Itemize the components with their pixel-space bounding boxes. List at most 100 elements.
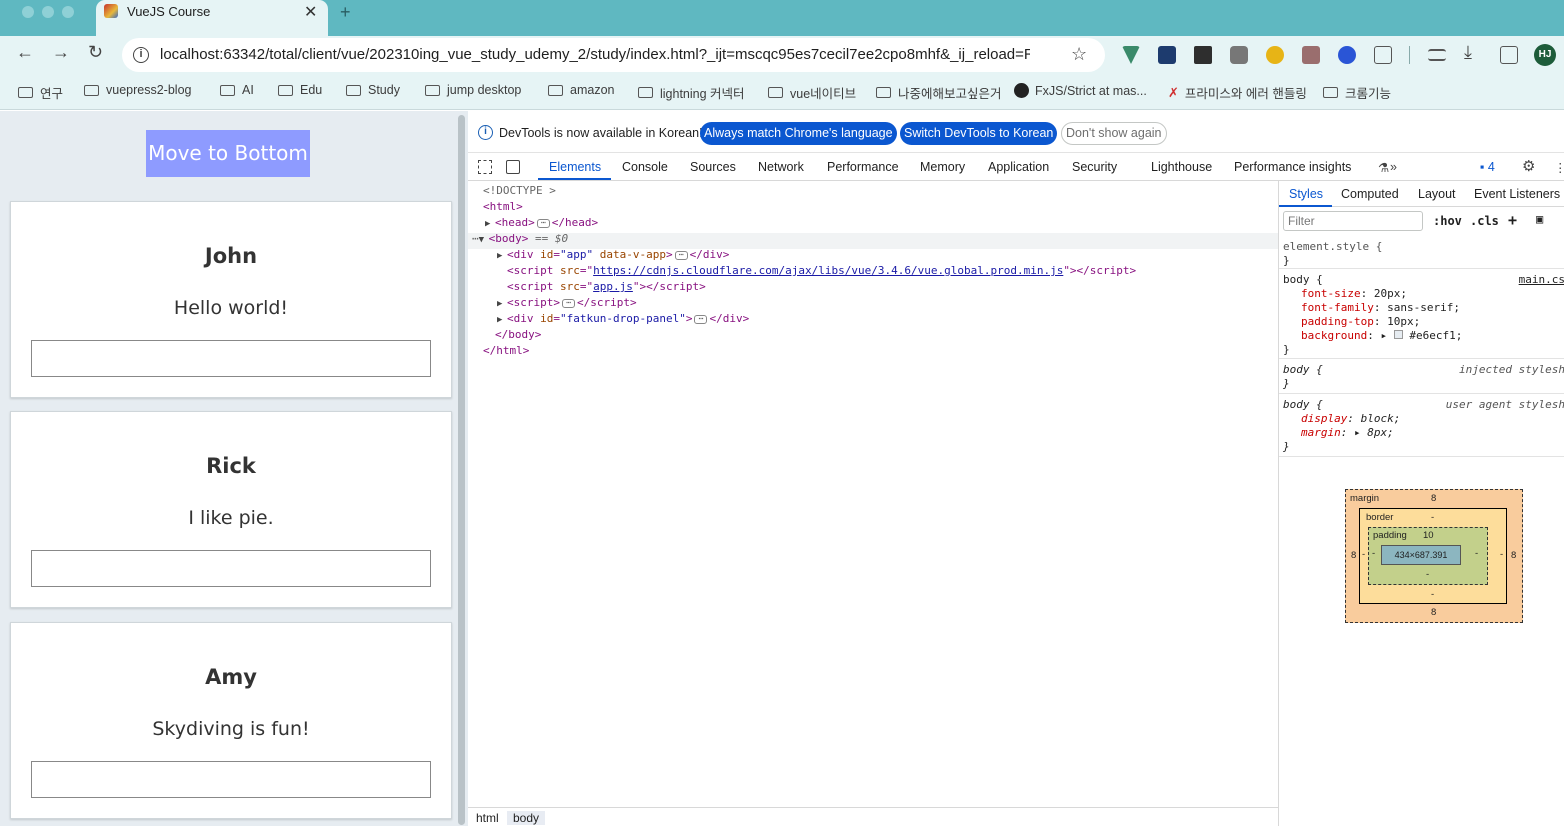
dom-head-node[interactable]: ▶ <head> ⋯ </head>	[485, 215, 598, 231]
site-info-icon[interactable]: i	[133, 47, 149, 63]
switch-korean-button[interactable]: Switch DevTools to Korean	[900, 122, 1058, 145]
dom-body-node[interactable]: ⋯▼ <body> == $0	[472, 231, 568, 247]
tab-performance[interactable]: Performance	[827, 160, 899, 174]
ellipsis-icon[interactable]: ⋯	[674, 250, 688, 260]
tab-lighthouse[interactable]: Lighthouse	[1151, 160, 1212, 174]
node-menu-icon[interactable]: ⋯	[472, 232, 479, 245]
hov-toggle[interactable]: :hov	[1433, 214, 1462, 228]
profile-avatar[interactable]: HJ	[1534, 44, 1556, 66]
tab-styles[interactable]: Styles	[1289, 187, 1323, 201]
css-prop[interactable]: font-size: 20px;	[1301, 287, 1407, 301]
dom-html-close[interactable]: </html>	[483, 343, 529, 359]
desk-extension-icon[interactable]	[1158, 46, 1176, 64]
ellipsis-icon[interactable]: ⋯	[536, 218, 550, 228]
tab-performance-insights[interactable]: Performance insights	[1234, 160, 1351, 174]
expand-triangle-icon[interactable]: ▶	[497, 312, 507, 328]
tab-memory[interactable]: Memory	[920, 160, 965, 174]
side-panel-icon[interactable]	[1500, 46, 1518, 64]
dom-script-cdn[interactable]: <script src="https://cdnjs.cloudflare.co…	[507, 263, 1136, 279]
css-prop[interactable]: font-family: sans-serif;	[1301, 301, 1460, 315]
dont-show-again-button[interactable]: Don't show again	[1061, 122, 1167, 145]
tab-network[interactable]: Network	[758, 160, 804, 174]
bookmark-folder[interactable]: AI	[220, 83, 254, 97]
color-swatch[interactable]	[1393, 330, 1403, 339]
vue-devtools-extension-icon[interactable]	[1122, 46, 1140, 64]
back-arrow-icon[interactable]: ←	[16, 42, 34, 63]
bookmark-folder[interactable]: vue네이티브	[768, 83, 856, 102]
browser-tab[interactable]: VueJS Course ✕	[96, 0, 328, 36]
card-text-input[interactable]	[31, 550, 431, 587]
reload-icon[interactable]: ↻	[88, 42, 103, 63]
bookmark-folder[interactable]: amazon	[548, 83, 614, 97]
more-tabs-chevron-icon[interactable]: »	[1390, 160, 1397, 174]
breadcrumb-html[interactable]: html	[470, 811, 505, 825]
bookmark-link[interactable]: ✗ 프라미스와 에러 핸들링	[1168, 83, 1307, 102]
extensions-puzzle-icon[interactable]	[1374, 46, 1392, 64]
box-model-content[interactable]: 434×687.391	[1381, 545, 1461, 565]
download-icon[interactable]: ⤓	[1464, 42, 1472, 63]
bookmark-star-icon[interactable]: ☆	[1071, 44, 1087, 65]
dom-doctype[interactable]: <!DOCTYPE >	[483, 183, 556, 199]
breadcrumb-body[interactable]: body	[507, 811, 546, 825]
css-prop[interactable]: display: block;	[1301, 412, 1400, 426]
tab-computed[interactable]: Computed	[1341, 187, 1399, 201]
maximize-window-button[interactable]	[62, 6, 74, 18]
bookmark-folder[interactable]: vuepress2-blog	[84, 83, 191, 97]
css-prop[interactable]: padding-top: 10px;	[1301, 315, 1420, 329]
styles-filter-input[interactable]: Filter	[1283, 211, 1423, 231]
dom-script-app[interactable]: <script src="app.js"></script>	[507, 279, 706, 295]
close-window-button[interactable]	[22, 6, 34, 18]
forward-arrow-icon[interactable]: →	[52, 42, 70, 63]
expand-triangle-icon[interactable]: ▶	[497, 248, 507, 264]
bookmark-link[interactable]: FxJS/Strict at mas...	[1014, 83, 1147, 98]
bookmark-folder[interactable]: Study	[346, 83, 400, 97]
dom-inline-script[interactable]: ▶ <script> ⋯ </script>	[497, 295, 637, 311]
device-toolbar-icon[interactable]	[506, 160, 520, 174]
move-to-bottom-button[interactable]: Move to Bottom	[146, 130, 310, 177]
paint-icon[interactable]: ▣	[1536, 212, 1543, 226]
css-prop[interactable]: margin: ▸ 8px;	[1301, 426, 1394, 440]
binance-extension-icon[interactable]	[1266, 46, 1284, 64]
card-text-input[interactable]	[31, 761, 431, 798]
minimize-window-button[interactable]	[42, 6, 54, 18]
expand-triangle-icon[interactable]: ▶	[497, 296, 507, 312]
issues-badge[interactable]: ▪ 4	[1480, 160, 1495, 174]
camera-extension-icon[interactable]	[1230, 46, 1248, 64]
bookmark-folder[interactable]: Edu	[278, 83, 322, 97]
tab-layout[interactable]: Layout	[1418, 187, 1456, 201]
tab-sources[interactable]: Sources	[690, 160, 736, 174]
card-text-input[interactable]	[31, 340, 431, 377]
tab-elements[interactable]: Elements	[549, 160, 601, 174]
ellipsis-icon[interactable]: ⋯	[561, 298, 575, 308]
source-link[interactable]: main.cs	[1519, 273, 1564, 286]
devtools-splitter[interactable]	[455, 111, 468, 826]
bookmark-folder[interactable]: 크롬기능	[1323, 83, 1391, 102]
new-tab-button[interactable]: +	[340, 2, 351, 23]
url-text[interactable]: localhost:63342/total/client/vue/202310i…	[160, 46, 1030, 63]
page-scrollbar[interactable]	[458, 115, 465, 825]
dom-app-div[interactable]: ▶ <div id="app" data-v-app> ⋯ </div>	[497, 247, 729, 263]
css-prop[interactable]: background: ▸ #e6ecf1;	[1301, 329, 1462, 343]
collapse-triangle-icon[interactable]: ▼	[479, 232, 489, 248]
dom-html-open[interactable]: <html>	[483, 199, 523, 215]
dd-extension-icon[interactable]	[1302, 46, 1320, 64]
media-extension-icon[interactable]	[1194, 46, 1212, 64]
box-model-margin[interactable]: margin 8 8 8 8 border - - - - padding 10…	[1345, 489, 1523, 623]
tab-security[interactable]: Security	[1072, 160, 1117, 174]
bookmark-folder[interactable]: lightning 커넥터	[638, 83, 745, 102]
address-bar[interactable]: i localhost:63342/total/client/vue/20231…	[122, 38, 1105, 72]
ellipsis-icon[interactable]: ⋯	[694, 314, 708, 324]
tab-application[interactable]: Application	[988, 160, 1049, 174]
bookmark-folder[interactable]: 연구	[18, 83, 63, 102]
more-options-icon[interactable]: ⋮	[1554, 160, 1564, 175]
cls-toggle[interactable]: .cls	[1470, 214, 1499, 228]
bookmark-folder[interactable]: 나중에해보고싶은거	[876, 83, 1002, 102]
add-rule-icon[interactable]: +	[1508, 211, 1517, 229]
tab-close-icon[interactable]: ✕	[304, 2, 317, 22]
settings-gear-icon[interactable]: ⚙	[1522, 157, 1535, 175]
inspect-element-icon[interactable]	[478, 160, 492, 174]
match-language-button[interactable]: Always match Chrome's language	[700, 122, 897, 145]
blue-extension-icon[interactable]	[1338, 46, 1356, 64]
dom-body-close[interactable]: </body>	[495, 327, 541, 343]
reading-list-icon[interactable]	[1428, 49, 1446, 61]
